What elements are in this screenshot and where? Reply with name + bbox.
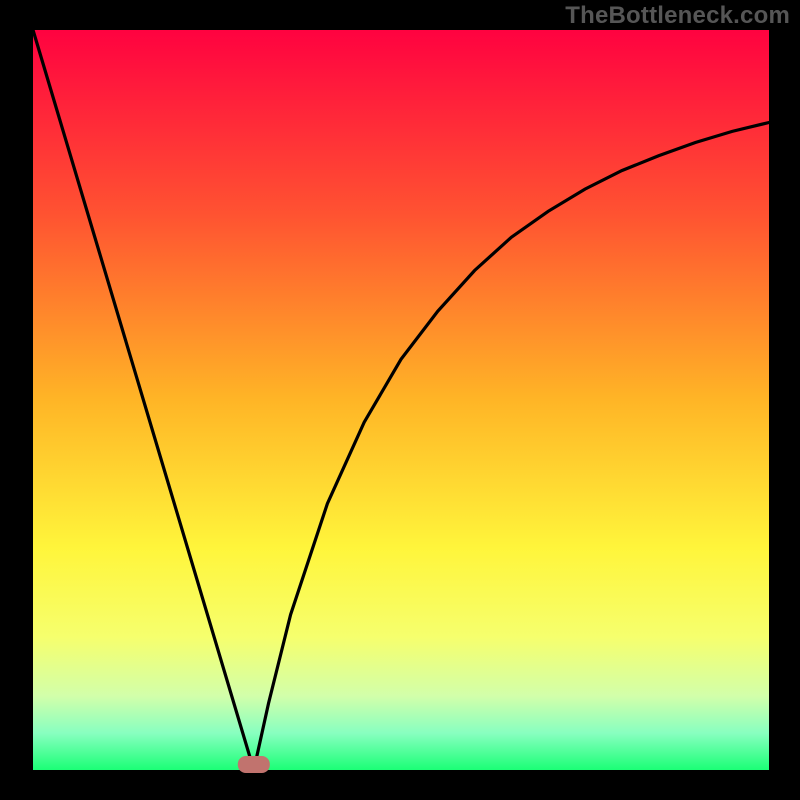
watermark-text: TheBottleneck.com bbox=[565, 2, 790, 30]
bottleneck-chart bbox=[0, 0, 800, 800]
min-marker bbox=[238, 756, 270, 773]
chart-frame: TheBottleneck.com bbox=[0, 0, 800, 800]
